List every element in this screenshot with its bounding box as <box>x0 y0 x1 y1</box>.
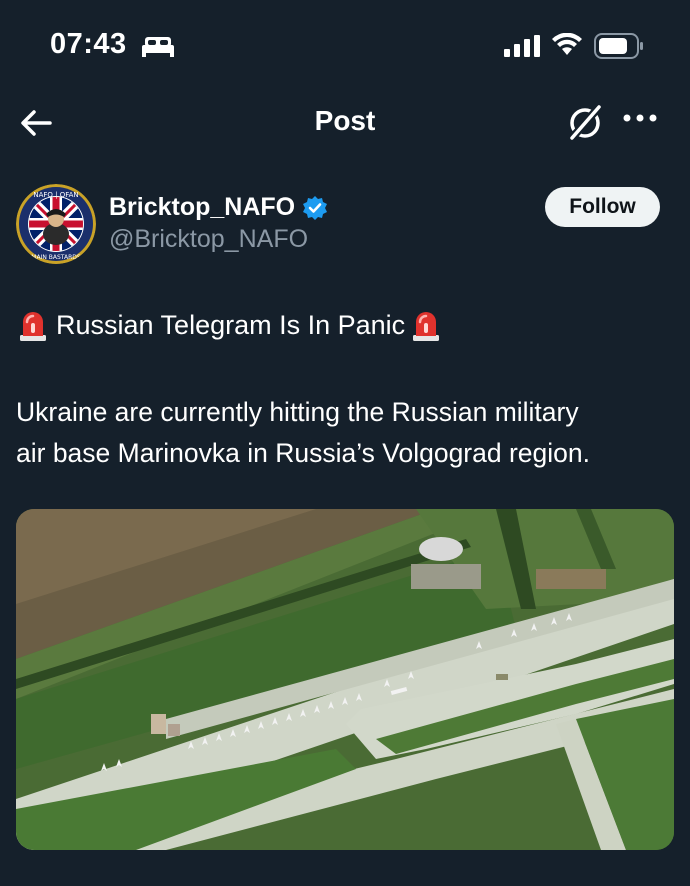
nav-bar: Post <box>0 95 690 155</box>
user-handle[interactable]: @Bricktop_NAFO <box>109 225 308 254</box>
post-media-image[interactable] <box>16 509 674 850</box>
headline-text: Russian Telegram Is In Panic <box>56 310 406 340</box>
post-body: Ukraine are currently hitting the Russia… <box>16 392 676 474</box>
status-bar: 07:43 <box>0 0 690 95</box>
display-name[interactable]: Bricktop_NAFO <box>109 193 295 222</box>
verified-badge-icon <box>303 196 327 220</box>
grok-icon[interactable] <box>566 103 604 143</box>
avatar-text-bottom: MAIN BASTARDS <box>31 254 81 261</box>
status-time: 07:43 <box>50 28 127 60</box>
signal-icon <box>504 35 540 57</box>
more-icon[interactable] <box>622 113 658 123</box>
satellite-image <box>16 509 674 850</box>
bed-icon <box>142 37 174 57</box>
avatar-text-top: NAFO | OFAN <box>33 191 78 199</box>
post-body-line: Ukraine are currently hitting the Russia… <box>16 397 579 427</box>
post-body-line: air base Marinovka in Russia’s Volgograd… <box>16 438 590 468</box>
follow-button[interactable]: Follow <box>545 187 660 227</box>
author-row: NAFO | OFAN MAIN BASTARDS Bricktop_NAFO … <box>0 180 690 270</box>
post-headline: Russian Telegram Is In Panic <box>16 306 676 344</box>
battery-icon <box>594 33 643 59</box>
wifi-icon <box>552 33 582 55</box>
siren-icon <box>413 312 440 341</box>
post-text: Russian Telegram Is In Panic Ukraine are… <box>16 306 676 474</box>
siren-icon <box>20 312 46 341</box>
avatar[interactable]: NAFO | OFAN MAIN BASTARDS <box>16 184 96 264</box>
